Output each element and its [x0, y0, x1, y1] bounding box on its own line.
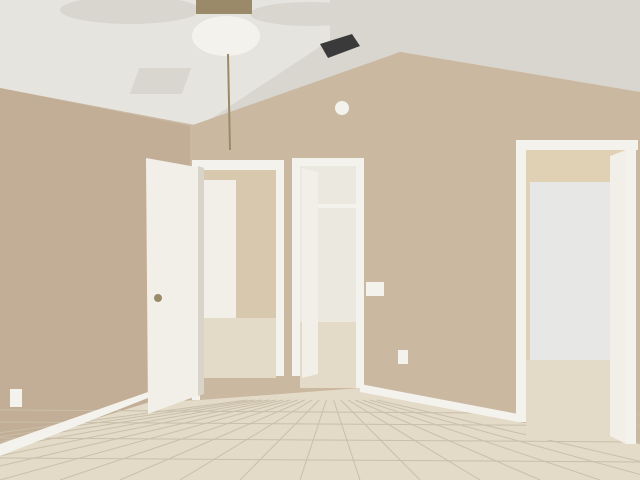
attic-hatch	[129, 68, 192, 94]
hallway-frame-top	[192, 160, 284, 170]
ceiling-fan-motor	[196, 0, 252, 14]
hallway-frame-right	[276, 162, 284, 376]
hallway-inner-door	[202, 180, 236, 332]
bedroom-scene	[0, 0, 640, 480]
bedroom-door-edge	[198, 166, 204, 396]
bathroom-frame-right	[626, 144, 636, 444]
outlet-left	[10, 389, 22, 407]
closet-shelf	[318, 204, 358, 208]
ceiling-fan-blade-right	[250, 2, 370, 26]
hallway-floor	[200, 318, 276, 378]
bedroom-door[interactable]	[146, 158, 202, 414]
bathroom-door[interactable]	[610, 150, 626, 444]
light-switch[interactable]	[366, 282, 384, 296]
closet-frame-left	[292, 160, 300, 376]
smoke-detector	[335, 101, 349, 115]
bedroom-door-knob[interactable]	[154, 294, 162, 302]
outlet-right	[398, 350, 408, 364]
light-fixture[interactable]	[192, 16, 260, 56]
bathroom-frame-left	[516, 144, 526, 422]
closet-frame-top	[292, 158, 364, 166]
closet-frame-right	[356, 160, 364, 388]
shower-enclosure	[530, 182, 614, 360]
bathroom-frame-top	[516, 140, 638, 150]
closet-door[interactable]	[302, 168, 318, 378]
